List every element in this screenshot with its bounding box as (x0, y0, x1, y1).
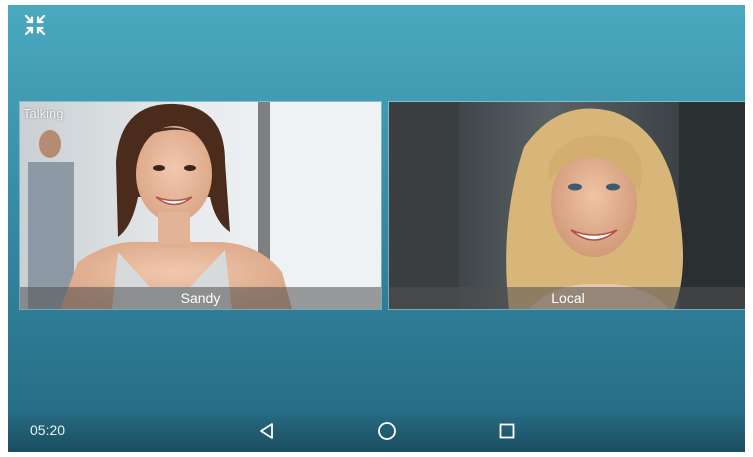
back-triangle-icon (260, 423, 273, 439)
recents-button[interactable] (494, 419, 520, 443)
video-tile-sandy[interactable]: Talking Sandy (19, 101, 382, 310)
participant-name-bar: Sandy (20, 287, 381, 309)
status-clock: 05:20 (30, 422, 66, 438)
collapse-button[interactable] (22, 13, 48, 37)
video-tile-local[interactable]: Local (388, 101, 745, 310)
participant-name-bar: Local (389, 287, 745, 309)
remote-video-feed (20, 102, 381, 309)
back-button[interactable] (254, 419, 280, 443)
home-circle-icon (378, 422, 396, 440)
participant-name: Local (551, 290, 585, 306)
talking-status: Talking (23, 106, 64, 121)
local-video-feed (389, 102, 745, 309)
recents-square-icon (499, 423, 515, 439)
video-call-screen: Talking Sandy Local 05:20 (8, 5, 745, 452)
participant-name: Sandy (180, 290, 221, 306)
collapse-arrows-icon (24, 14, 46, 36)
home-button[interactable] (374, 419, 400, 443)
navigation-bar: 05:20 (8, 410, 745, 452)
